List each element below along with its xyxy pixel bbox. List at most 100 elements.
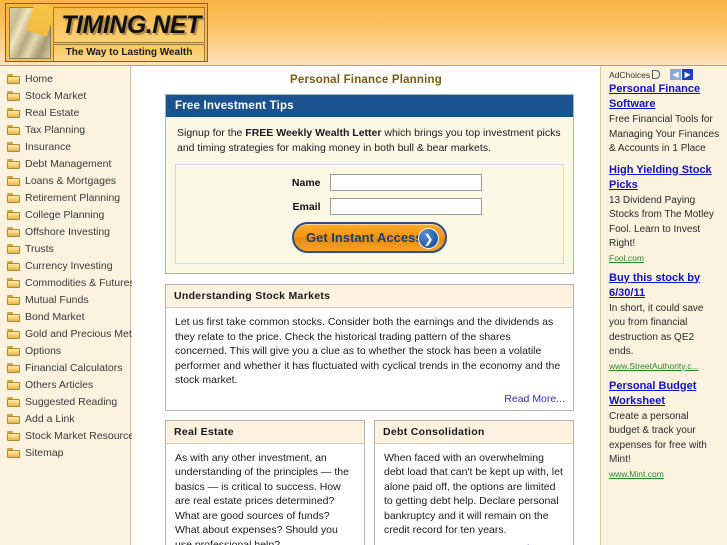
sidebar-item-bond-market[interactable]: Bond Market bbox=[0, 308, 130, 325]
sidebar-item-stock-market-resources[interactable]: Stock Market Resources bbox=[0, 427, 139, 444]
ad-url-link[interactable]: www.StreetAuthority.c... bbox=[609, 360, 721, 373]
sidebar-item-label: Financial Calculators bbox=[25, 361, 123, 374]
sidebar-item-label: Sitemap bbox=[25, 446, 64, 459]
signup-intro: Signup for the FREE Weekly Wealth Letter… bbox=[166, 117, 573, 156]
folder-icon bbox=[7, 107, 20, 118]
sidebar-item-others-articles[interactable]: Others Articles bbox=[0, 376, 130, 393]
sidebar-item-label: Mutual Funds bbox=[25, 293, 89, 306]
panel-title: Debt Consolidation bbox=[375, 420, 573, 444]
sidebar-item-stock-market[interactable]: Stock Market bbox=[0, 87, 130, 104]
folder-icon bbox=[7, 124, 20, 135]
signup-heading: Free Investment Tips bbox=[166, 95, 573, 117]
sidebar-item-trusts[interactable]: Trusts bbox=[0, 240, 130, 257]
name-input[interactable] bbox=[329, 174, 482, 191]
sidebar-item-tax-planning[interactable]: Tax Planning bbox=[0, 121, 130, 138]
folder-icon bbox=[7, 311, 20, 322]
sidebar-item-label: Add a Link bbox=[25, 412, 75, 425]
logo-tagline: The Way to Lasting Wealth bbox=[65, 47, 193, 58]
sidebar-item-add-a-link[interactable]: Add a Link bbox=[0, 410, 130, 427]
sidebar-item-label: Trusts bbox=[25, 242, 54, 255]
signup-form: Name Email Get Instant Access ❯ bbox=[175, 164, 564, 264]
folder-icon bbox=[7, 141, 20, 152]
sidebar-item-offshore-investing[interactable]: Offshore Investing bbox=[0, 223, 130, 240]
sidebar-item-label: Currency Investing bbox=[25, 259, 113, 272]
sidebar-item-insurance[interactable]: Insurance bbox=[0, 138, 130, 155]
folder-icon bbox=[7, 430, 20, 441]
sidebar-item-currency-investing[interactable]: Currency Investing bbox=[0, 257, 130, 274]
ad-title-link[interactable]: Buy this stock by 6/30/11 bbox=[609, 271, 721, 301]
sidebar-item-financial-calculators[interactable]: Financial Calculators bbox=[0, 359, 130, 376]
ad-item: Personal Budget Worksheet Create a person… bbox=[601, 379, 727, 481]
folder-icon bbox=[7, 73, 20, 84]
email-input[interactable] bbox=[329, 198, 482, 215]
sidebar-item-label: Retirement Planning bbox=[25, 191, 121, 204]
sidebar-item-loans-mortgages[interactable]: Loans & Mortgages bbox=[0, 172, 130, 189]
sidebar-item-label: Home bbox=[25, 72, 54, 85]
ad-title-link[interactable]: High Yielding Stock Picks bbox=[609, 163, 721, 193]
name-field-row: Name bbox=[176, 174, 563, 191]
cta-wrap: Get Instant Access ❯ bbox=[176, 222, 563, 253]
read-more-link[interactable]: Read More... bbox=[375, 542, 573, 545]
ad-description: Free Financial Tools for Managing Your F… bbox=[609, 114, 720, 154]
signup-box: Free Investment Tips Signup for the FREE… bbox=[165, 94, 574, 274]
sidebar-item-label: Real Estate bbox=[25, 106, 80, 119]
sidebar-item-label: Options bbox=[25, 344, 62, 357]
sidebar-item-debt-management[interactable]: Debt Management bbox=[0, 155, 130, 172]
adchoices-label[interactable]: AdChoices bbox=[609, 69, 661, 80]
sidebar-item-gold-and-precious-metals[interactable]: Gold and Precious Metals bbox=[0, 325, 145, 342]
sidebar-item-label: Debt Management bbox=[25, 157, 112, 170]
ad-item: High Yielding Stock Picks 13 Dividend Pay… bbox=[601, 163, 727, 265]
panel-real-estate: Real Estate As with any other investment… bbox=[165, 419, 365, 545]
sidebar-item-label: Others Articles bbox=[25, 378, 94, 391]
ad-list: Personal Finance Software Free Financial … bbox=[601, 82, 727, 481]
read-more-link[interactable]: Read More... bbox=[166, 392, 573, 410]
sidebar-item-home[interactable]: Home bbox=[0, 70, 130, 87]
folder-icon bbox=[7, 379, 20, 390]
sidebar-item-mutual-funds[interactable]: Mutual Funds bbox=[0, 291, 130, 308]
sidebar-item-college-planning[interactable]: College Planning bbox=[0, 206, 130, 223]
ad-item: Personal Finance Software Free Financial … bbox=[601, 82, 727, 157]
arrow-right-icon: ❯ bbox=[418, 228, 439, 249]
signup-intro-bold: FREE Weekly Wealth Letter bbox=[245, 127, 382, 139]
panel-body: As with any other investment, an underst… bbox=[175, 451, 349, 545]
ad-description: In short, it could save you from financi… bbox=[609, 302, 704, 358]
panel-row: Real Estate As with any other investment… bbox=[165, 419, 574, 545]
folder-icon bbox=[7, 158, 20, 169]
sidebar-item-options[interactable]: Options bbox=[0, 342, 130, 359]
sidebar-item-label: Tax Planning bbox=[25, 123, 86, 136]
folder-icon bbox=[7, 226, 20, 237]
money-photo-icon bbox=[9, 7, 51, 59]
folder-icon bbox=[7, 277, 20, 288]
logo-title: TIMING.NET bbox=[61, 11, 201, 39]
adchoices-text: AdChoices bbox=[609, 70, 651, 80]
ad-title-link[interactable]: Personal Finance Software bbox=[609, 82, 721, 112]
sidebar-item-label: Stock Market Resources bbox=[25, 429, 140, 442]
get-instant-access-button[interactable]: Get Instant Access ❯ bbox=[292, 222, 447, 253]
name-label: Name bbox=[291, 176, 321, 189]
panel-title: Understanding Stock Markets bbox=[166, 285, 573, 308]
ad-url-link[interactable]: www.Mint.com bbox=[609, 468, 721, 481]
sidebar-item-suggested-reading[interactable]: Suggested Reading bbox=[0, 393, 130, 410]
folder-icon bbox=[7, 447, 20, 458]
ad-url-link[interactable]: Fool.com bbox=[609, 252, 721, 265]
adchoices-icon bbox=[652, 70, 661, 79]
sidebar-item-label: Gold and Precious Metals bbox=[25, 327, 146, 340]
ad-item: Buy this stock by 6/30/11 In short, it co… bbox=[601, 271, 727, 373]
sidebar-item-retirement-planning[interactable]: Retirement Planning bbox=[0, 189, 130, 206]
folder-icon bbox=[7, 362, 20, 373]
sidebar-item-label: Insurance bbox=[25, 140, 72, 153]
sidebar-item-sitemap[interactable]: Sitemap bbox=[0, 444, 130, 461]
ad-title-link[interactable]: Personal Budget Worksheet bbox=[609, 379, 721, 409]
chevron-right-icon[interactable]: ▶ bbox=[682, 69, 694, 80]
sidebar-item-commodities-futures[interactable]: Commodities & Futures bbox=[0, 274, 135, 291]
panel-title: Real Estate bbox=[166, 420, 364, 444]
site-logo[interactable]: TIMING.NET The Way to Lasting Wealth bbox=[5, 3, 208, 62]
sidebar-item-label: Stock Market bbox=[25, 89, 87, 102]
folder-icon bbox=[7, 243, 20, 254]
folder-icon bbox=[7, 328, 20, 339]
folder-icon bbox=[7, 260, 20, 271]
sidebar-item-label: Suggested Reading bbox=[25, 395, 118, 408]
sidebar-item-real-estate[interactable]: Real Estate bbox=[0, 104, 130, 121]
sidebar-item-label: Bond Market bbox=[25, 310, 85, 323]
chevron-left-icon[interactable]: ◀ bbox=[670, 69, 682, 80]
